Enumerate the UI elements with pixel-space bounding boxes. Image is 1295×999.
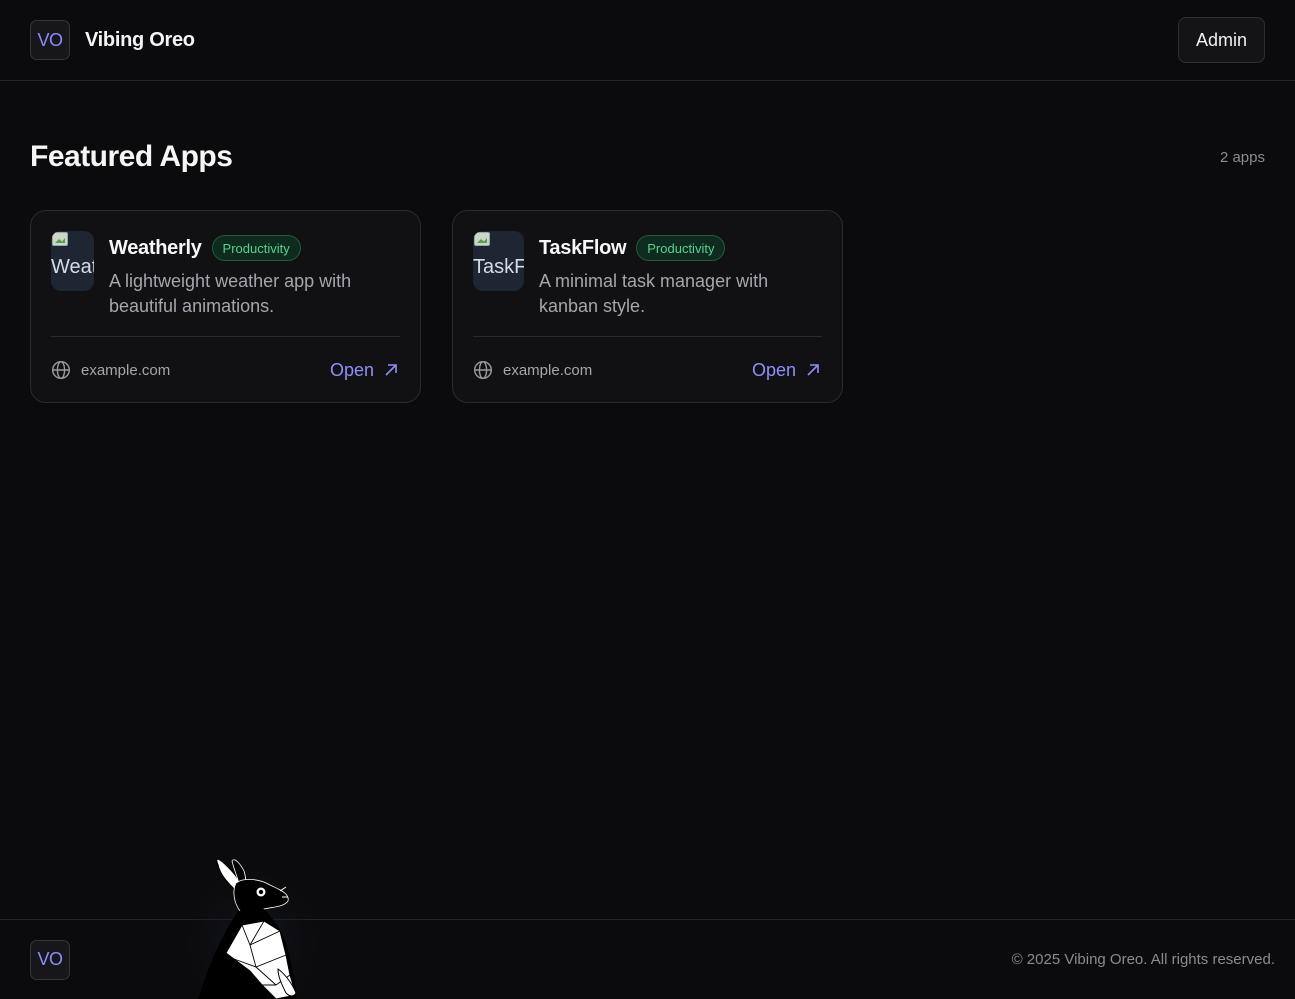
rabbit-mascot[interactable]	[180, 845, 320, 999]
footer-logo: VO	[30, 939, 70, 980]
app-count: 2 apps	[1219, 148, 1265, 166]
divider	[51, 336, 400, 337]
app-icon-alt: Weatherly	[51, 256, 94, 278]
arrow-up-right-icon	[385, 364, 397, 376]
app-card-taskflow: TaskFlow TaskFlow Productivity A minimal…	[452, 210, 843, 403]
app-icon: Weatherly	[51, 231, 94, 291]
globe-icon	[473, 360, 493, 380]
app-domain: example.com	[473, 360, 592, 380]
app-icon: TaskFlow	[473, 231, 524, 291]
copyright: © 2025 Vibing Oreo. All rights reserved.	[1011, 951, 1275, 968]
domain-text: example.com	[503, 361, 593, 379]
app-domain: example.com	[51, 360, 170, 380]
open-link[interactable]: Open	[752, 360, 822, 381]
divider	[473, 336, 822, 337]
logo: VO	[30, 20, 70, 60]
arrow-up-right-icon	[807, 364, 819, 376]
brand[interactable]: VO Vibing Oreo	[30, 20, 195, 60]
broken-image-icon	[474, 232, 490, 246]
app-card-weatherly: Weatherly Weatherly Productivity A light…	[30, 210, 421, 403]
app-icon-alt: TaskFlow	[473, 256, 524, 278]
open-link[interactable]: Open	[330, 360, 400, 381]
domain-text: example.com	[81, 361, 171, 379]
site-header: VO Vibing Oreo Admin	[0, 0, 1295, 81]
app-name: TaskFlow	[539, 236, 627, 259]
open-label: Open	[329, 359, 374, 380]
admin-button[interactable]: Admin	[1177, 17, 1265, 63]
app-description: A lightweight weather app with beautiful…	[109, 271, 352, 316]
broken-image-icon	[52, 232, 68, 246]
page-title: Featured Apps	[30, 140, 233, 173]
section-header: Featured Apps 2 apps	[30, 140, 1265, 174]
open-label: Open	[751, 359, 796, 380]
app-name: Weatherly	[109, 236, 202, 259]
globe-icon	[51, 360, 71, 380]
app-description: A minimal task manager with kanban style…	[539, 271, 769, 316]
category-badge: Productivity	[636, 235, 726, 261]
category-badge: Productivity	[211, 235, 301, 261]
brand-name: Vibing Oreo	[85, 28, 195, 51]
